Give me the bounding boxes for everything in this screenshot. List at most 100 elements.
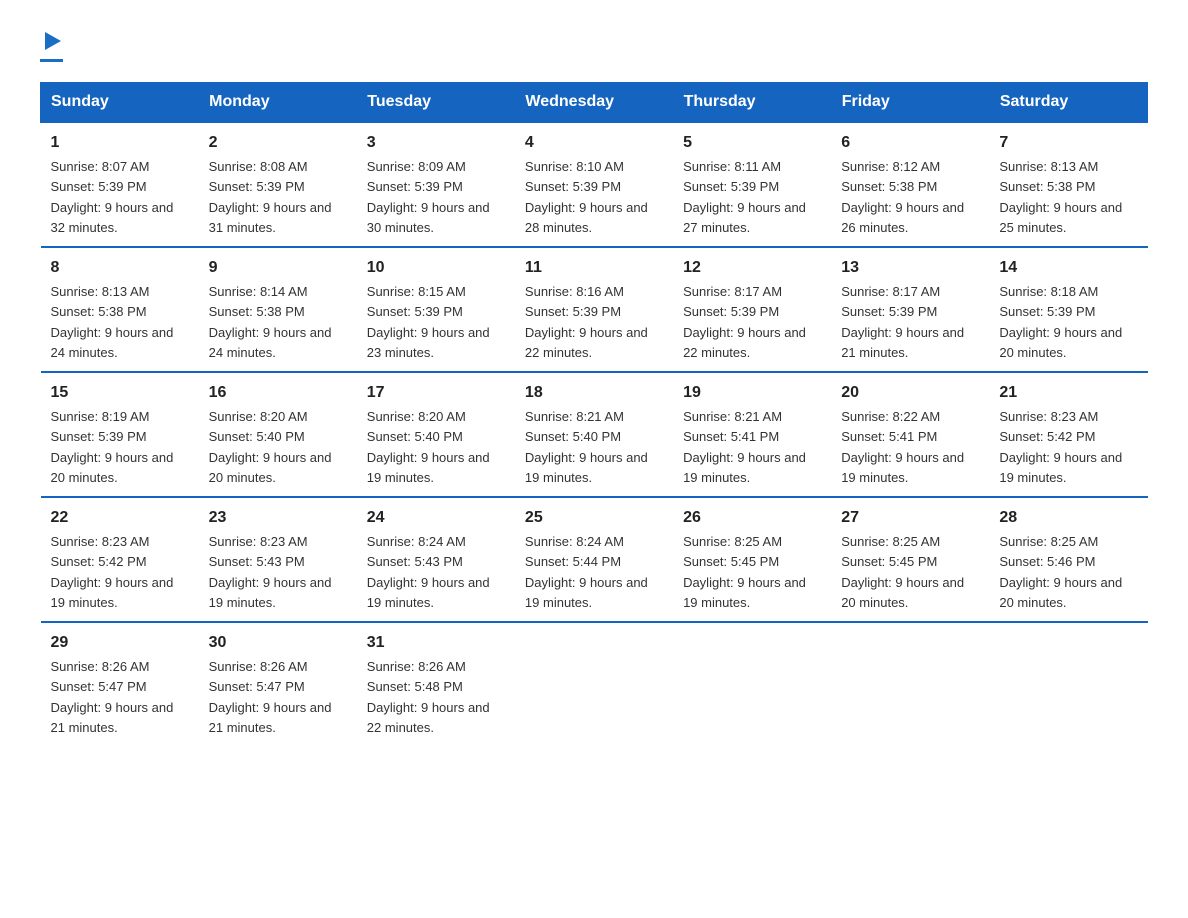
logo-arrow-icon xyxy=(43,30,63,57)
day-info: Sunrise: 8:17 AMSunset: 5:39 PMDaylight:… xyxy=(683,284,806,360)
calendar-day-cell: 8 Sunrise: 8:13 AMSunset: 5:38 PMDayligh… xyxy=(41,247,199,372)
weekday-header-monday: Monday xyxy=(199,83,357,123)
day-number: 30 xyxy=(209,631,347,655)
calendar-day-cell: 23 Sunrise: 8:23 AMSunset: 5:43 PMDaylig… xyxy=(199,497,357,622)
calendar-header: SundayMondayTuesdayWednesdayThursdayFrid… xyxy=(41,83,1148,123)
day-number: 28 xyxy=(999,506,1137,530)
day-info: Sunrise: 8:20 AMSunset: 5:40 PMDaylight:… xyxy=(209,409,332,485)
calendar-day-cell: 20 Sunrise: 8:22 AMSunset: 5:41 PMDaylig… xyxy=(831,372,989,497)
day-info: Sunrise: 8:13 AMSunset: 5:38 PMDaylight:… xyxy=(51,284,174,360)
calendar-day-cell: 7 Sunrise: 8:13 AMSunset: 5:38 PMDayligh… xyxy=(989,122,1147,247)
day-number: 21 xyxy=(999,381,1137,405)
day-info: Sunrise: 8:08 AMSunset: 5:39 PMDaylight:… xyxy=(209,159,332,235)
calendar-week-3: 15 Sunrise: 8:19 AMSunset: 5:39 PMDaylig… xyxy=(41,372,1148,497)
weekday-header-thursday: Thursday xyxy=(673,83,831,123)
calendar-day-cell: 12 Sunrise: 8:17 AMSunset: 5:39 PMDaylig… xyxy=(673,247,831,372)
day-info: Sunrise: 8:19 AMSunset: 5:39 PMDaylight:… xyxy=(51,409,174,485)
day-number: 14 xyxy=(999,256,1137,280)
day-info: Sunrise: 8:18 AMSunset: 5:39 PMDaylight:… xyxy=(999,284,1122,360)
day-info: Sunrise: 8:20 AMSunset: 5:40 PMDaylight:… xyxy=(367,409,490,485)
day-number: 4 xyxy=(525,131,663,155)
day-number: 17 xyxy=(367,381,505,405)
day-number: 18 xyxy=(525,381,663,405)
day-number: 1 xyxy=(51,131,189,155)
calendar-day-cell: 19 Sunrise: 8:21 AMSunset: 5:41 PMDaylig… xyxy=(673,372,831,497)
calendar-day-cell: 27 Sunrise: 8:25 AMSunset: 5:45 PMDaylig… xyxy=(831,497,989,622)
day-number: 24 xyxy=(367,506,505,530)
day-number: 26 xyxy=(683,506,821,530)
day-number: 23 xyxy=(209,506,347,530)
day-info: Sunrise: 8:10 AMSunset: 5:39 PMDaylight:… xyxy=(525,159,648,235)
calendar-day-cell: 15 Sunrise: 8:19 AMSunset: 5:39 PMDaylig… xyxy=(41,372,199,497)
calendar-week-2: 8 Sunrise: 8:13 AMSunset: 5:38 PMDayligh… xyxy=(41,247,1148,372)
weekday-header-saturday: Saturday xyxy=(989,83,1147,123)
calendar-day-cell: 31 Sunrise: 8:26 AMSunset: 5:48 PMDaylig… xyxy=(357,622,515,746)
page-header xyxy=(40,30,1148,62)
day-info: Sunrise: 8:26 AMSunset: 5:47 PMDaylight:… xyxy=(209,659,332,735)
day-number: 19 xyxy=(683,381,821,405)
day-number: 13 xyxy=(841,256,979,280)
weekday-header-sunday: Sunday xyxy=(41,83,199,123)
calendar-table: SundayMondayTuesdayWednesdayThursdayFrid… xyxy=(40,82,1148,746)
day-number: 10 xyxy=(367,256,505,280)
calendar-day-cell: 30 Sunrise: 8:26 AMSunset: 5:47 PMDaylig… xyxy=(199,622,357,746)
day-number: 27 xyxy=(841,506,979,530)
day-number: 31 xyxy=(367,631,505,655)
day-number: 2 xyxy=(209,131,347,155)
day-info: Sunrise: 8:25 AMSunset: 5:46 PMDaylight:… xyxy=(999,534,1122,610)
weekday-header-wednesday: Wednesday xyxy=(515,83,673,123)
day-number: 12 xyxy=(683,256,821,280)
day-number: 22 xyxy=(51,506,189,530)
day-info: Sunrise: 8:26 AMSunset: 5:47 PMDaylight:… xyxy=(51,659,174,735)
day-info: Sunrise: 8:25 AMSunset: 5:45 PMDaylight:… xyxy=(683,534,806,610)
day-number: 9 xyxy=(209,256,347,280)
day-number: 29 xyxy=(51,631,189,655)
calendar-day-cell: 4 Sunrise: 8:10 AMSunset: 5:39 PMDayligh… xyxy=(515,122,673,247)
calendar-day-cell: 6 Sunrise: 8:12 AMSunset: 5:38 PMDayligh… xyxy=(831,122,989,247)
day-info: Sunrise: 8:22 AMSunset: 5:41 PMDaylight:… xyxy=(841,409,964,485)
calendar-body: 1 Sunrise: 8:07 AMSunset: 5:39 PMDayligh… xyxy=(41,122,1148,746)
calendar-week-5: 29 Sunrise: 8:26 AMSunset: 5:47 PMDaylig… xyxy=(41,622,1148,746)
day-number: 7 xyxy=(999,131,1137,155)
calendar-day-cell: 13 Sunrise: 8:17 AMSunset: 5:39 PMDaylig… xyxy=(831,247,989,372)
calendar-day-cell: 3 Sunrise: 8:09 AMSunset: 5:39 PMDayligh… xyxy=(357,122,515,247)
day-info: Sunrise: 8:16 AMSunset: 5:39 PMDaylight:… xyxy=(525,284,648,360)
day-info: Sunrise: 8:23 AMSunset: 5:42 PMDaylight:… xyxy=(51,534,174,610)
weekday-header-friday: Friday xyxy=(831,83,989,123)
logo-underline xyxy=(40,59,63,62)
day-info: Sunrise: 8:21 AMSunset: 5:41 PMDaylight:… xyxy=(683,409,806,485)
day-number: 8 xyxy=(51,256,189,280)
day-info: Sunrise: 8:26 AMSunset: 5:48 PMDaylight:… xyxy=(367,659,490,735)
calendar-day-cell: 26 Sunrise: 8:25 AMSunset: 5:45 PMDaylig… xyxy=(673,497,831,622)
day-info: Sunrise: 8:23 AMSunset: 5:42 PMDaylight:… xyxy=(999,409,1122,485)
day-info: Sunrise: 8:24 AMSunset: 5:44 PMDaylight:… xyxy=(525,534,648,610)
calendar-day-cell: 17 Sunrise: 8:20 AMSunset: 5:40 PMDaylig… xyxy=(357,372,515,497)
calendar-day-cell: 22 Sunrise: 8:23 AMSunset: 5:42 PMDaylig… xyxy=(41,497,199,622)
calendar-day-cell: 29 Sunrise: 8:26 AMSunset: 5:47 PMDaylig… xyxy=(41,622,199,746)
calendar-day-cell: 18 Sunrise: 8:21 AMSunset: 5:40 PMDaylig… xyxy=(515,372,673,497)
day-info: Sunrise: 8:11 AMSunset: 5:39 PMDaylight:… xyxy=(683,159,806,235)
calendar-day-cell: 2 Sunrise: 8:08 AMSunset: 5:39 PMDayligh… xyxy=(199,122,357,247)
calendar-day-cell xyxy=(515,622,673,746)
calendar-day-cell xyxy=(989,622,1147,746)
day-number: 11 xyxy=(525,256,663,280)
calendar-day-cell: 28 Sunrise: 8:25 AMSunset: 5:46 PMDaylig… xyxy=(989,497,1147,622)
day-number: 16 xyxy=(209,381,347,405)
calendar-day-cell: 9 Sunrise: 8:14 AMSunset: 5:38 PMDayligh… xyxy=(199,247,357,372)
day-number: 3 xyxy=(367,131,505,155)
calendar-day-cell: 10 Sunrise: 8:15 AMSunset: 5:39 PMDaylig… xyxy=(357,247,515,372)
day-info: Sunrise: 8:12 AMSunset: 5:38 PMDaylight:… xyxy=(841,159,964,235)
day-info: Sunrise: 8:09 AMSunset: 5:39 PMDaylight:… xyxy=(367,159,490,235)
day-info: Sunrise: 8:23 AMSunset: 5:43 PMDaylight:… xyxy=(209,534,332,610)
day-info: Sunrise: 8:21 AMSunset: 5:40 PMDaylight:… xyxy=(525,409,648,485)
day-number: 6 xyxy=(841,131,979,155)
logo xyxy=(40,30,63,62)
calendar-day-cell xyxy=(673,622,831,746)
calendar-day-cell: 21 Sunrise: 8:23 AMSunset: 5:42 PMDaylig… xyxy=(989,372,1147,497)
calendar-day-cell: 11 Sunrise: 8:16 AMSunset: 5:39 PMDaylig… xyxy=(515,247,673,372)
weekday-header-tuesday: Tuesday xyxy=(357,83,515,123)
day-number: 5 xyxy=(683,131,821,155)
calendar-day-cell: 16 Sunrise: 8:20 AMSunset: 5:40 PMDaylig… xyxy=(199,372,357,497)
day-info: Sunrise: 8:17 AMSunset: 5:39 PMDaylight:… xyxy=(841,284,964,360)
calendar-day-cell: 5 Sunrise: 8:11 AMSunset: 5:39 PMDayligh… xyxy=(673,122,831,247)
